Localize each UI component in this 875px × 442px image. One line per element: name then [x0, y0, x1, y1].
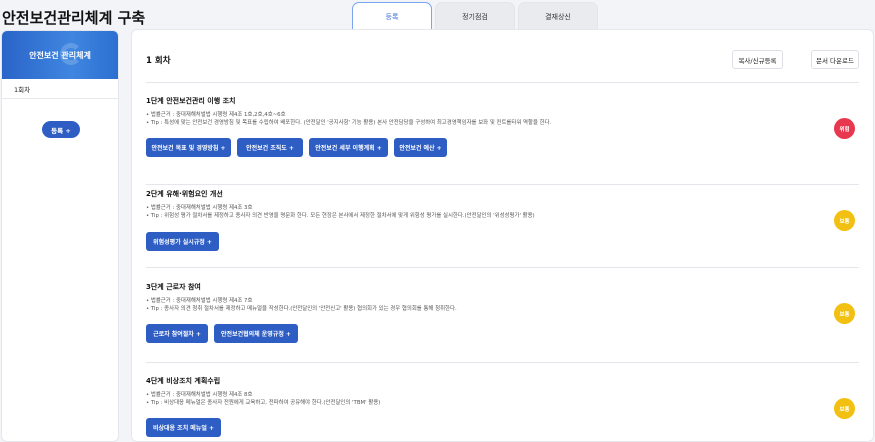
step-divider [146, 362, 859, 363]
step-tip: • Tip : 위험성 평가 절차서를 제정하고 종사자 의견 반영을 명문화 … [146, 213, 535, 219]
sidebar: 안전보건 관리체계 1회차 등록 + [1, 30, 119, 442]
page-title: 안전보건관리체계 구축 [2, 9, 146, 27]
step-button-group: 비상대응 조치 메뉴얼 + [146, 418, 221, 437]
status-badge: 위험 [834, 118, 855, 139]
step-button-group: 안전보건 목표 및 경영방침 + 안전보건 조직도 + 안전보건 세부 이행계획… [146, 138, 447, 157]
tab-bar: 등록 정기점검 결재상신 [352, 2, 598, 31]
step-3-section: 3단계 근로자 참여 • 법률근거 : 중대재해처벌법 시행령 제4조 7호 •… [146, 282, 859, 372]
safety-action-plan-button[interactable]: 안전보건 세부 이행계획 + [309, 138, 388, 157]
main-panel: 1 회차 복사/신규등록 문서 다운로드 1단계 안전보건관리 이행 조치 • … [131, 29, 874, 442]
step-1-section: 1단계 안전보건관리 이행 조치 • 법률근거 : 중대재해처벌법 시행령 제4… [146, 96, 859, 191]
step-title: 1단계 안전보건관리 이행 조치 [146, 97, 236, 105]
step-title: 2단계 유해·위험요인 개선 [146, 190, 223, 198]
tab-register[interactable]: 등록 [352, 2, 432, 31]
step-legal-basis: • 법률근거 : 중대재해처벌법 시행령 제4조 3호 [146, 205, 253, 211]
step-title: 4단계 비상조치 계획수립 [146, 377, 221, 385]
step-tip: • Tip : 비상대응 메뉴얼은 종사자 전원에게 교육하고, 전파하여 공유… [146, 400, 381, 406]
tab-regular-inspection[interactable]: 정기점검 [435, 2, 515, 31]
tab-approval[interactable]: 결재상신 [518, 2, 598, 31]
sidebar-item-round-1[interactable]: 1회차 [2, 79, 118, 99]
status-badge: 보통 [834, 210, 855, 231]
status-badge: 보통 [834, 303, 855, 324]
step-tip: • Tip : 종사자 의견 청취 절차서를 제정하고 메뉴얼을 작성한다.(안… [146, 306, 457, 312]
step-divider [146, 267, 859, 268]
register-button[interactable]: 등록 + [42, 121, 80, 138]
step-legal-basis: • 법률근거 : 중대재해처벌법 시행령 제4조 8호 [146, 392, 253, 398]
safety-budget-button[interactable]: 안전보건 예산 + [394, 138, 447, 157]
safety-goal-policy-button[interactable]: 안전보건 목표 및 경영방침 + [146, 138, 231, 157]
copy-new-button[interactable]: 복사/신규등록 [732, 50, 783, 69]
step-tip: • Tip : 특성에 맞는 안전보건 경영방침 및 목표를 수립하여 배포한다… [146, 120, 552, 126]
step-button-group: 근로자 참여절차 + 안전보건협의체 운영규정 + [146, 324, 298, 343]
step-button-group: 위험성평가 실시규정 + [146, 232, 219, 251]
header-divider [146, 82, 859, 83]
step-legal-basis: • 법률근거 : 중대재해처벌법 시행령 제4조 7호 [146, 298, 253, 304]
safety-council-rule-button[interactable]: 안전보건협의체 운영규정 + [214, 324, 298, 343]
status-badge: 보통 [834, 398, 855, 419]
step-title: 3단계 근로자 참여 [146, 283, 201, 291]
document-download-button[interactable]: 문서 다운로드 [811, 50, 859, 69]
risk-assessment-rule-button[interactable]: 위험성평가 실시규정 + [146, 232, 219, 251]
sidebar-header-label: 안전보건 관리체계 [29, 50, 91, 60]
step-divider [146, 184, 859, 185]
sidebar-header: 안전보건 관리체계 [2, 31, 118, 79]
round-title: 1 회차 [146, 56, 171, 66]
step-2-section: 2단계 유해·위험요인 개선 • 법률근거 : 중대재해처벌법 시행령 제4조 … [146, 189, 859, 274]
step-legal-basis: • 법률근거 : 중대재해처벌법 시행령 제4조 1호,2호,4호~6호 [146, 112, 286, 118]
worker-participation-button[interactable]: 근로자 참여절차 + [146, 324, 208, 343]
safety-org-chart-button[interactable]: 안전보건 조직도 + [237, 138, 303, 157]
emergency-manual-button[interactable]: 비상대응 조치 메뉴얼 + [146, 418, 221, 437]
step-4-section: 4단계 비상조치 계획수립 • 법률근거 : 중대재해처벌법 시행령 제4조 8… [146, 376, 859, 441]
